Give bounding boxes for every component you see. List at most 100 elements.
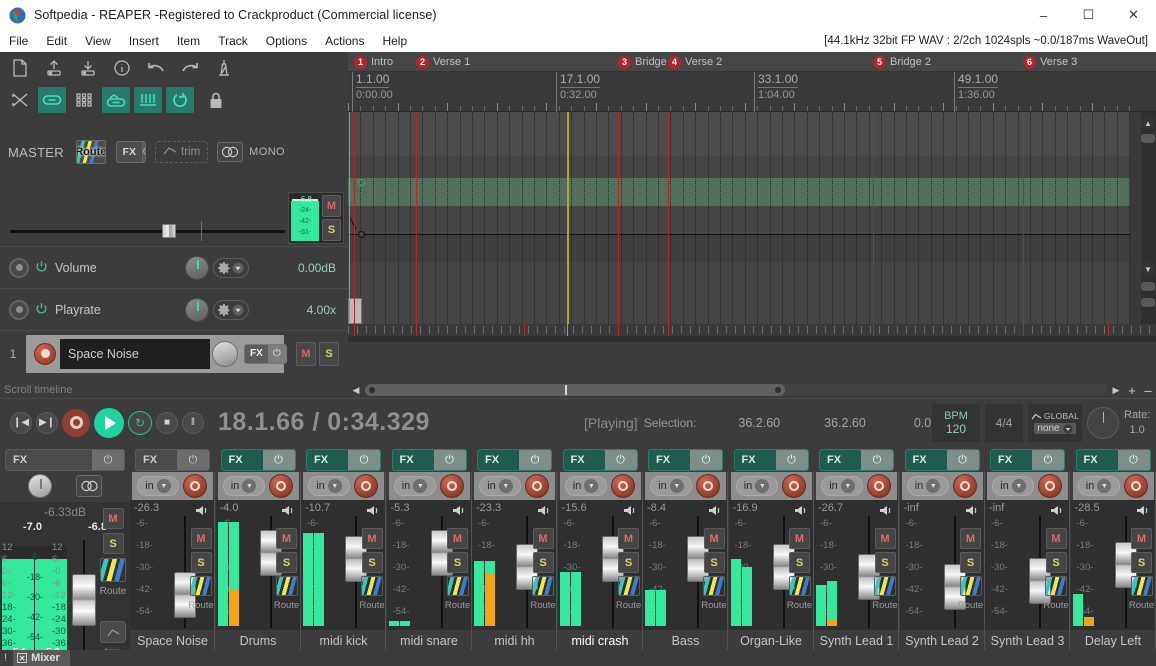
channel-name[interactable]: Organ-Like xyxy=(729,630,814,652)
channel-route-tile[interactable] xyxy=(959,576,982,596)
mixer-channel-2[interactable]: FX ⏻ in ▼ -4.0 -6--18--30--42--54- xyxy=(215,446,301,666)
speaker-icon[interactable] xyxy=(623,504,637,520)
fx-power-icon[interactable]: ⏻ xyxy=(177,450,209,470)
channel-record-arm-button[interactable] xyxy=(354,474,378,498)
zoom-out-horizontal-button[interactable]: – xyxy=(1140,383,1156,398)
channel-fx-slot[interactable]: FX ⏻ xyxy=(306,449,381,471)
menu-view[interactable]: View xyxy=(76,30,120,52)
speaker-icon[interactable] xyxy=(794,504,808,520)
channel-gain-readout[interactable]: -inf xyxy=(989,502,1004,514)
channel-name[interactable]: midi crash xyxy=(557,630,643,652)
channel-fx-slot[interactable]: FX ⏻ xyxy=(477,449,552,471)
channel-meter[interactable] xyxy=(474,518,496,626)
channel-input-selector[interactable]: in ▼ xyxy=(735,476,778,496)
channel-fx-slot[interactable]: FX ⏻ xyxy=(819,449,894,471)
channel-record-arm-button[interactable] xyxy=(952,474,977,498)
master-volume-slider[interactable] xyxy=(10,221,285,241)
mini-timeline-bar[interactable] xyxy=(348,324,1156,336)
mixer-channel-6[interactable]: FX ⏻ in ▼ -15.6 -6--18--30--42--54- xyxy=(557,446,643,666)
channel-meter[interactable] xyxy=(217,518,240,626)
channel-record-arm-button[interactable] xyxy=(867,474,891,498)
track-pan-knob[interactable] xyxy=(212,340,238,367)
menu-track[interactable]: Track xyxy=(209,30,257,52)
marker-3[interactable]: 3 Bridge xyxy=(618,54,667,70)
channel-solo-button[interactable]: S xyxy=(532,552,554,573)
speaker-icon[interactable] xyxy=(195,504,209,520)
selection-end[interactable]: 36.2.60 xyxy=(824,416,866,430)
master-mixer-fx-slot[interactable]: FX ⏻ xyxy=(5,449,125,471)
menu-help[interactable]: Help xyxy=(373,30,416,52)
marker-1[interactable]: 1 Intro xyxy=(354,54,393,70)
channel-solo-button[interactable]: S xyxy=(960,552,981,573)
channel-mute-button[interactable]: M xyxy=(190,528,212,549)
grid-snap-icon[interactable] xyxy=(134,87,162,113)
track-mute-button[interactable]: M xyxy=(296,341,316,366)
playback-position-display[interactable]: 18.1.66 / 0:34.329 xyxy=(218,408,430,437)
channel-mute-button[interactable]: M xyxy=(532,528,554,549)
channel-solo-button[interactable]: S xyxy=(703,552,725,573)
channel-meter[interactable] xyxy=(645,518,667,626)
fx-power-icon[interactable]: ⏻ xyxy=(946,450,979,470)
channel-route-tile[interactable] xyxy=(617,576,640,596)
channel-solo-button[interactable]: S xyxy=(789,552,810,573)
channel-mute-button[interactable]: M xyxy=(789,528,810,549)
play-button[interactable] xyxy=(94,407,124,438)
channel-gain-readout[interactable]: -4.0 xyxy=(220,502,239,514)
channel-name[interactable]: Drums xyxy=(216,630,301,652)
channel-gain-readout[interactable]: -28.5 xyxy=(1075,502,1100,514)
channel-route-tile[interactable] xyxy=(532,576,554,596)
channel-gain-readout[interactable]: -10.7 xyxy=(305,502,330,514)
master-fader[interactable] xyxy=(72,540,96,658)
warning-icon[interactable]: ! xyxy=(4,652,7,664)
speaker-icon[interactable] xyxy=(366,504,380,520)
channel-input-selector[interactable]: in ▼ xyxy=(222,476,265,496)
volume-knob[interactable] xyxy=(185,255,209,280)
channel-fx-slot[interactable]: FX ⏻ xyxy=(733,449,809,471)
channel-name[interactable]: midi kick xyxy=(301,630,386,652)
master-mono-button[interactable]: MONO xyxy=(217,141,285,163)
channel-gain-readout[interactable]: -16.9 xyxy=(733,502,758,514)
channel-record-arm-button[interactable] xyxy=(1038,474,1062,498)
marker-4[interactable]: 4 Verse 2 xyxy=(668,54,722,70)
channel-solo-button[interactable]: S xyxy=(618,552,639,573)
channel-mute-button[interactable]: M xyxy=(447,528,468,549)
close-button[interactable]: ✕ xyxy=(1111,0,1156,30)
channel-meter[interactable] xyxy=(388,518,411,626)
fx-power-icon[interactable]: ⏻ xyxy=(519,450,551,470)
track-name-field[interactable]: Space Noise xyxy=(60,338,210,369)
arrange-canvas[interactable] xyxy=(348,112,1140,324)
channel-gain-readout[interactable]: -26.7 xyxy=(818,502,843,514)
channel-input-selector[interactable]: in ▼ xyxy=(992,476,1034,496)
playrate-bypass-icon[interactable] xyxy=(9,299,29,320)
channel-record-arm-button[interactable] xyxy=(1123,474,1148,498)
master-slider-thumb[interactable] xyxy=(162,224,176,238)
zoom-in-vertical-button[interactable] xyxy=(1141,282,1155,291)
minimize-button[interactable]: – xyxy=(1021,0,1066,30)
fx-power-icon[interactable]: ⏻ xyxy=(433,450,466,470)
speaker-icon[interactable] xyxy=(879,504,893,520)
track-panel-row[interactable]: 1 Space Noise FX ⏻ M S xyxy=(0,330,348,376)
mixer-channel-1[interactable]: FX ⏻ in ▼ -26.3 -6--18--30--42--54- xyxy=(130,446,215,666)
menu-insert[interactable]: Insert xyxy=(120,30,168,52)
channel-mute-button[interactable]: M xyxy=(874,528,896,549)
channel-record-arm-button[interactable] xyxy=(781,474,806,498)
menu-item[interactable]: Item xyxy=(168,30,209,52)
marker-6[interactable]: 6 Verse 3 xyxy=(1023,54,1077,70)
pause-button[interactable]: ‖ xyxy=(182,411,204,434)
speaker-icon[interactable] xyxy=(281,504,295,520)
horizontal-scroll-track[interactable] xyxy=(365,384,1107,396)
speaker-icon[interactable] xyxy=(1136,504,1150,520)
go-to-end-button[interactable]: ▶❙ xyxy=(36,411,58,434)
grid-icon[interactable] xyxy=(70,87,98,113)
speaker-icon[interactable] xyxy=(708,504,722,520)
speaker-icon[interactable] xyxy=(537,504,551,520)
speaker-icon[interactable] xyxy=(452,504,466,520)
channel-gain-readout[interactable]: -5.3 xyxy=(391,502,410,514)
master-trim-button[interactable]: trim xyxy=(155,141,209,163)
playrate-options-button[interactable] xyxy=(213,299,249,320)
project-info-icon[interactable] xyxy=(108,55,136,81)
master-pan-knob[interactable] xyxy=(28,474,52,498)
channel-mute-button[interactable]: M xyxy=(1131,528,1152,549)
fader-thumb[interactable] xyxy=(72,574,96,626)
volume-power-icon[interactable] xyxy=(35,260,48,276)
